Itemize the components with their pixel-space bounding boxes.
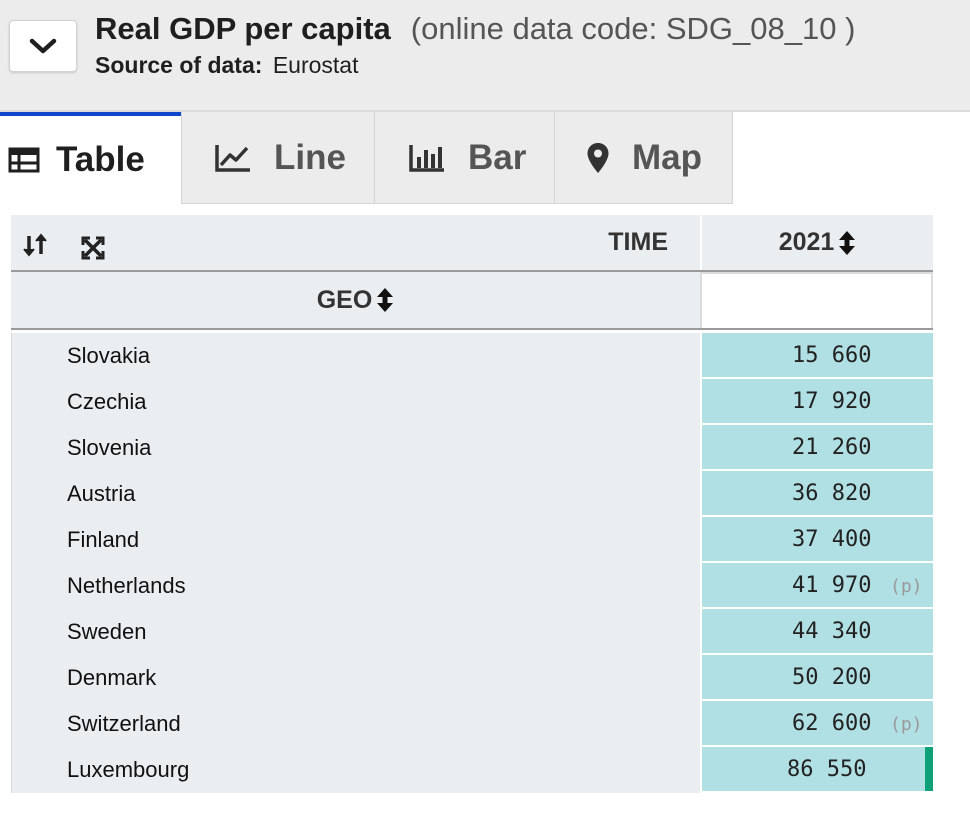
country-cell[interactable]: Switzerland <box>11 701 700 747</box>
line-chart-icon <box>214 143 252 173</box>
value-number: 21 260 <box>792 435 872 460</box>
value-number: 15 660 <box>792 343 872 368</box>
geo-column-header[interactable]: GEO <box>11 272 700 328</box>
tab-line[interactable]: Line <box>181 112 375 204</box>
table-header-geo-row: GEO <box>11 272 933 330</box>
table-row: Denmark 50 200 <box>11 655 933 701</box>
table-body: Slovakia 15 660 Czechia 17 920 Slovenia … <box>11 333 933 793</box>
source-value: Eurostat <box>272 52 359 78</box>
tab-table-label: Table <box>56 140 145 179</box>
value-number: 86 550 <box>787 757 867 782</box>
source-label: Source of data: <box>95 52 263 78</box>
provisional-flag: (p) <box>890 714 923 735</box>
chevron-down-icon <box>29 38 57 54</box>
tab-map[interactable]: Map <box>554 112 733 204</box>
table-row: Luxembourg 86 550 <box>11 747 933 793</box>
value-cell[interactable]: 50 200 <box>700 655 933 701</box>
value-cell[interactable]: 15 660 <box>700 333 933 379</box>
value-cell[interactable]: 37 400 <box>700 517 933 563</box>
sort-arrows-icon[interactable] <box>376 287 394 313</box>
collapse-toggle-button[interactable] <box>9 20 77 72</box>
header-blank-cell <box>700 272 933 328</box>
table-row: Czechia 17 920 <box>11 379 933 425</box>
country-cell[interactable]: Luxembourg <box>11 747 700 793</box>
value-number: 50 200 <box>792 665 872 690</box>
bar-chart-icon <box>408 143 446 173</box>
year-column-header[interactable]: 2021 <box>700 215 933 270</box>
value-cell[interactable]: 17 920 <box>700 379 933 425</box>
tab-bar-label: Bar <box>468 137 527 177</box>
table-row: Slovenia 21 260 <box>11 425 933 471</box>
country-cell[interactable]: Slovenia <box>11 425 700 471</box>
value-number: 41 970 <box>792 573 872 598</box>
value-number: 44 340 <box>792 619 872 644</box>
table-icon <box>8 147 40 173</box>
tab-table[interactable]: Table <box>0 112 181 204</box>
dataset-header: Real GDP per capita (online data code: SD… <box>0 0 970 112</box>
tab-line-label: Line <box>274 137 346 177</box>
map-marker-icon <box>586 142 610 174</box>
highlight-marker <box>925 747 933 791</box>
table-row: Netherlands 41 970 (p) <box>11 563 933 609</box>
dataset-code: (online data code: SDG_08_10 ) <box>410 11 856 46</box>
source-line: Source of data: Eurostat <box>95 51 358 79</box>
tab-map-label: Map <box>632 137 702 177</box>
view-tabs: Table Line Bar Map <box>0 112 970 204</box>
value-number: 62 600 <box>792 711 872 736</box>
value-cell[interactable]: 36 820 <box>700 471 933 517</box>
title-line: Real GDP per capita (online data code: SD… <box>95 10 855 48</box>
time-dimension-label: TIME <box>608 228 668 256</box>
value-number: 36 820 <box>792 481 872 506</box>
tab-bar[interactable]: Bar <box>374 112 555 204</box>
value-cell[interactable]: 44 340 <box>700 609 933 655</box>
dataset-title: Real GDP per capita <box>95 11 391 46</box>
country-cell[interactable]: Sweden <box>11 609 700 655</box>
table-row: Switzerland 62 600 (p) <box>11 701 933 747</box>
value-number: 37 400 <box>792 527 872 552</box>
country-cell[interactable]: Slovakia <box>11 333 700 379</box>
country-cell[interactable]: Austria <box>11 471 700 517</box>
table-row: Sweden 44 340 <box>11 609 933 655</box>
table-row: Austria 36 820 <box>11 471 933 517</box>
sort-arrows-icon[interactable] <box>838 230 856 256</box>
year-label: 2021 <box>778 228 835 256</box>
value-cell[interactable]: 21 260 <box>700 425 933 471</box>
country-cell[interactable]: Czechia <box>11 379 700 425</box>
table-row: Finland 37 400 <box>11 517 933 563</box>
geo-label: GEO <box>316 285 373 314</box>
provisional-flag: (p) <box>890 576 923 597</box>
country-cell[interactable]: Finland <box>11 517 700 563</box>
table-header-time-row: TIME 2021 <box>11 215 933 272</box>
value-number: 17 920 <box>792 389 872 414</box>
value-cell[interactable]: 41 970 (p) <box>700 563 933 609</box>
table-row: Slovakia 15 660 <box>11 333 933 379</box>
value-cell[interactable]: 86 550 <box>700 747 933 793</box>
swap-axes-icon[interactable] <box>81 236 105 265</box>
header-controls-cell: TIME <box>11 215 700 270</box>
country-cell[interactable]: Denmark <box>11 655 700 701</box>
country-cell[interactable]: Netherlands <box>11 563 700 609</box>
value-cell[interactable]: 62 600 (p) <box>700 701 933 747</box>
sort-order-icon[interactable] <box>22 233 48 262</box>
